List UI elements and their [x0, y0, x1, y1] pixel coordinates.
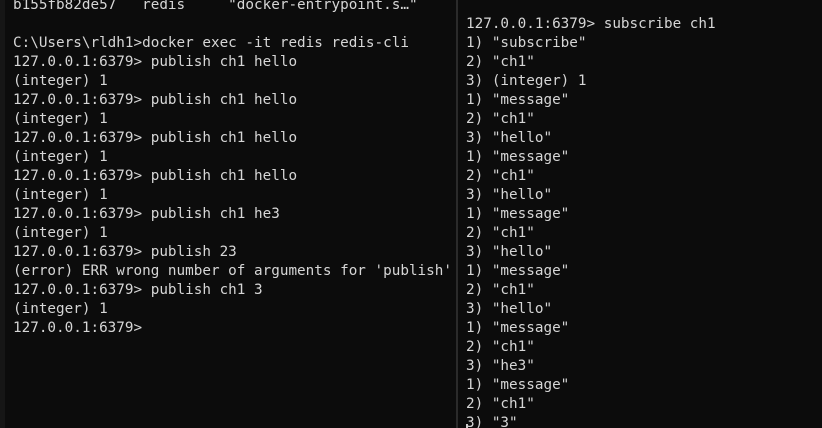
- publisher-terminal-pane[interactable]: b155fb82de57 redis "docker-entrypoint.s……: [5, 0, 456, 428]
- terminal-line: 127.0.0.1:6379> subscribe ch1: [466, 16, 716, 32]
- subscriber-output: 127.0.0.1:6379> subscribe ch1 1) "subscr…: [466, 0, 716, 428]
- terminal-line: 127.0.0.1:6379> publish ch1 hello: [13, 92, 298, 108]
- terminal-line: 3) "hello": [466, 130, 553, 146]
- terminal-line: 127.0.0.1:6379> publish 23: [13, 244, 237, 260]
- docker-ps-line: b155fb82de57 redis "docker-entrypoint.s……: [13, 0, 418, 13]
- terminal-line: 127.0.0.1:6379> publish ch1 hello: [13, 168, 298, 184]
- terminal-line: 2) "ch1": [466, 54, 535, 70]
- terminal-line: (integer) 1: [13, 225, 108, 241]
- terminal-line: (integer) 1: [13, 149, 108, 165]
- terminal-line: 3) "hello": [466, 301, 553, 317]
- terminal-line: 127.0.0.1:6379> publish ch1 he3: [13, 206, 280, 222]
- terminal-workspace: b155fb82de57 redis "docker-entrypoint.s……: [0, 0, 822, 428]
- terminal-line: C:\Users\rldh1>docker exec -it redis red…: [13, 35, 409, 51]
- terminal-line: 2) "ch1": [466, 111, 535, 127]
- terminal-line: 3) "3": [466, 415, 518, 428]
- terminal-line: 2) "ch1": [466, 168, 535, 184]
- subscriber-terminal-pane[interactable]: 127.0.0.1:6379> subscribe ch1 1) "subscr…: [458, 0, 822, 428]
- terminal-line: (integer) 1: [13, 111, 108, 127]
- command-prompt[interactable]: 127.0.0.1:6379>: [13, 319, 452, 338]
- publisher-output: b155fb82de57 redis "docker-entrypoint.s……: [13, 0, 452, 338]
- terminal-line: 3) "he3": [466, 358, 535, 374]
- terminal-line: 127.0.0.1:6379> publish ch1 3: [13, 282, 263, 298]
- terminal-line: 1) "message": [466, 149, 570, 165]
- terminal-line: 3) (integer) 1: [466, 73, 587, 89]
- terminal-line: 127.0.0.1:6379> publish ch1 hello: [13, 130, 298, 146]
- terminal-line: 3) "hello": [466, 187, 553, 203]
- terminal-line: 3) "hello": [466, 244, 553, 260]
- terminal-line: 2) "ch1": [466, 282, 535, 298]
- terminal-line: (integer) 1: [13, 73, 108, 89]
- text-cursor: [466, 424, 468, 428]
- terminal-line: (integer) 1: [13, 187, 108, 203]
- terminal-line: 127.0.0.1:6379> publish ch1 hello: [13, 54, 298, 70]
- terminal-line: 1) "message": [466, 263, 570, 279]
- terminal-line: (integer) 1: [13, 301, 108, 317]
- terminal-line: 1) "message": [466, 206, 570, 222]
- terminal-line: 2) "ch1": [466, 339, 535, 355]
- scrolled-line-fragment: [466, 0, 716, 15]
- terminal-line: 2) "ch1": [466, 396, 535, 412]
- terminal-line: 1) "message": [466, 320, 570, 336]
- terminal-line: 1) "message": [466, 92, 570, 108]
- terminal-line: 1) "message": [466, 377, 570, 393]
- error-line: (error) ERR wrong number of arguments fo…: [13, 263, 452, 279]
- terminal-line: 2) "ch1": [466, 225, 535, 241]
- terminal-line: 1) "subscribe": [466, 35, 587, 51]
